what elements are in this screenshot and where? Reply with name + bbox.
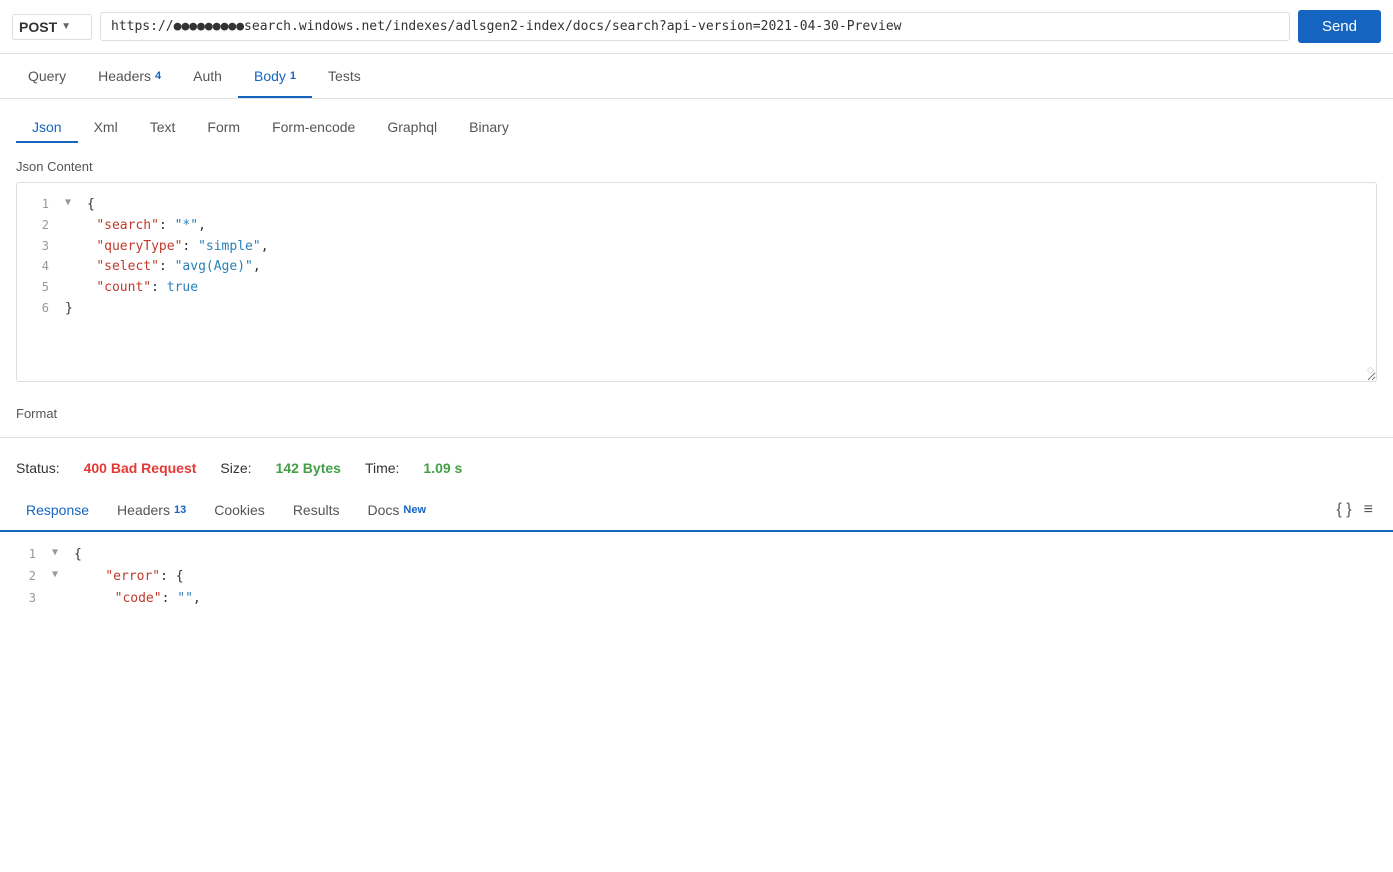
line-num-5: 5 (29, 278, 49, 297)
url-input[interactable] (100, 12, 1290, 41)
time-label: Time: (365, 460, 399, 476)
body-tab-binary[interactable]: Binary (453, 111, 525, 143)
line-toggle-1[interactable]: ▼ (65, 195, 71, 211)
code-line-6: 6 } (29, 299, 1364, 320)
line-content-1: { (87, 195, 1364, 216)
response-line-2: 2 ▼ "error": { (16, 566, 1377, 588)
code-line-1: 1 ▼ { (29, 195, 1364, 216)
format-link[interactable]: Format (0, 398, 73, 429)
resp-line-num-3: 3 (16, 588, 36, 608)
response-headers-badge: 13 (174, 504, 186, 516)
time-value: 1.09 s (423, 460, 462, 476)
response-line-3: 3 "code": "", (16, 588, 1377, 610)
code-line-3: 3 "queryType": "simple", (29, 237, 1364, 258)
response-tab-headers[interactable]: Headers 13 (103, 490, 200, 530)
method-select[interactable]: POST ▼ (12, 14, 92, 40)
line-content-3: "queryType": "simple", (65, 237, 1364, 258)
tab-tests[interactable]: Tests (312, 54, 377, 98)
response-tab-response[interactable]: Response (12, 490, 103, 530)
body-tabs: Json Xml Text Form Form-encode Graphql B… (0, 99, 1393, 143)
json-editor[interactable]: 1 ▼ { 2 "search": "*", 3 "queryType": "s… (16, 182, 1377, 382)
url-bar: POST ▼ Send (0, 0, 1393, 54)
line-num-4: 4 (29, 257, 49, 276)
tab-auth[interactable]: Auth (177, 54, 238, 98)
send-button[interactable]: Send (1298, 10, 1381, 43)
size-label: Size: (220, 460, 251, 476)
tab-body[interactable]: Body 1 (238, 54, 312, 98)
code-line-2: 2 "search": "*", (29, 216, 1364, 237)
line-num-2: 2 (29, 216, 49, 235)
resize-handle[interactable]: ⬦ (1367, 363, 1374, 379)
line-content-2: "search": "*", (65, 216, 1364, 237)
status-label: Status: (16, 460, 60, 476)
status-bar: Status: 400 Bad Request Size: 142 Bytes … (0, 446, 1393, 490)
status-value: 400 Bad Request (84, 460, 197, 476)
resp-content-2: "error": { (74, 566, 1377, 588)
resp-content-1: { (74, 544, 1377, 566)
line-content-5: "count": true (65, 278, 1364, 299)
line-content-6: } (65, 299, 1364, 320)
line-num-1: 1 (29, 195, 49, 214)
response-tab-docs[interactable]: Docs New (354, 490, 441, 530)
response-section: Status: 400 Bad Request Size: 142 Bytes … (0, 446, 1393, 622)
line-num-3: 3 (29, 237, 49, 256)
json-content-label: Json Content (16, 159, 1377, 174)
menu-button[interactable]: ≡ (1364, 501, 1373, 519)
code-line-5: 5 "count": true (29, 278, 1364, 299)
response-line-1: 1 ▼ { (16, 544, 1377, 566)
method-label: POST (19, 19, 57, 35)
section-divider (0, 437, 1393, 438)
line-num-6: 6 (29, 299, 49, 318)
size-value: 142 Bytes (276, 460, 341, 476)
response-code[interactable]: 1 ▼ { 2 ▼ "error": { 3 "code": "", (0, 532, 1393, 622)
response-tab-results[interactable]: Results (279, 490, 354, 530)
body-tab-graphql[interactable]: Graphql (371, 111, 453, 143)
response-tools: { } ≡ (1337, 501, 1381, 519)
headers-badge: 4 (155, 70, 161, 82)
body-tab-xml[interactable]: Xml (78, 111, 134, 143)
body-tab-form[interactable]: Form (191, 111, 256, 143)
body-tab-text[interactable]: Text (134, 111, 192, 143)
line-content-4: "select": "avg(Age)", (65, 257, 1364, 278)
tab-query[interactable]: Query (12, 54, 82, 98)
body-tab-json[interactable]: Json (16, 111, 78, 143)
response-tabs: Response Headers 13 Cookies Results Docs… (0, 490, 1393, 532)
resp-toggle-1[interactable]: ▼ (52, 544, 58, 561)
resp-content-3: "code": "", (52, 588, 1377, 610)
resp-toggle-2[interactable]: ▼ (52, 566, 58, 583)
body-tab-form-encode[interactable]: Form-encode (256, 111, 371, 143)
method-chevron-icon: ▼ (61, 21, 71, 32)
request-section: Json Content 1 ▼ { 2 "search": "*", 3 "q… (0, 143, 1393, 398)
docs-new-badge: New (403, 504, 426, 516)
body-badge: 1 (290, 70, 296, 82)
top-tabs: Query Headers 4 Auth Body 1 Tests (0, 54, 1393, 99)
json-format-button[interactable]: { } (1337, 501, 1352, 519)
tab-headers[interactable]: Headers 4 (82, 54, 177, 98)
resp-line-num-2: 2 (16, 566, 36, 586)
resp-line-num-1: 1 (16, 544, 36, 564)
response-tab-cookies[interactable]: Cookies (200, 490, 279, 530)
code-line-4: 4 "select": "avg(Age)", (29, 257, 1364, 278)
